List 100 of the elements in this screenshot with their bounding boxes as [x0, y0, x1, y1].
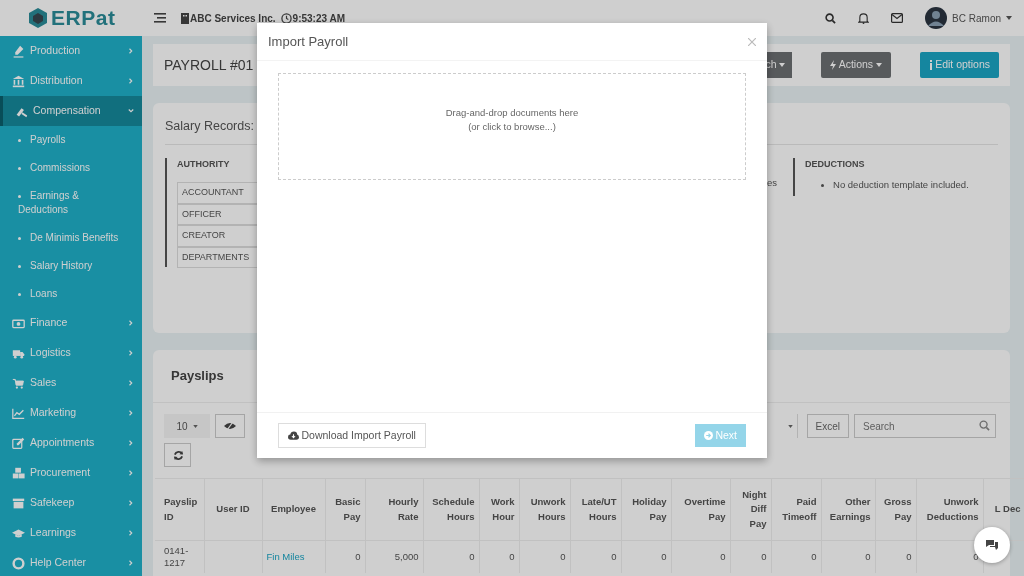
avatar-icon	[925, 7, 948, 29]
column-header[interactable]: Hourly Rate	[369, 495, 419, 524]
arrow-right-circle-icon	[703, 431, 713, 440]
page-length-select[interactable]: 10	[164, 414, 210, 438]
table-cell: 0	[671, 540, 730, 573]
column-header[interactable]: Work Hour	[483, 495, 515, 524]
bell-icon[interactable]	[858, 12, 870, 24]
actions-button[interactable]: Actions	[821, 52, 891, 78]
cloud-download-icon	[288, 431, 299, 440]
bank-icon	[12, 74, 25, 88]
sidebar-item[interactable]: Marketing	[0, 398, 142, 428]
sidebar-item[interactable]: Production	[0, 36, 142, 66]
company-name: ABC Services Inc.	[190, 11, 276, 26]
column-header[interactable]: Paid Timeoff	[775, 495, 817, 524]
table-cell: 0	[771, 540, 821, 573]
column-header[interactable]: Holiday Pay	[625, 495, 667, 524]
chevron-right-icon	[128, 440, 134, 446]
sidebar-subitem[interactable]: Salary History	[0, 252, 142, 280]
eye-slash-icon	[224, 422, 236, 430]
caret-down-icon	[875, 63, 882, 67]
column-header[interactable]: Basic Pay	[329, 495, 361, 524]
sidebar-item[interactable]: Safekeep	[0, 488, 142, 518]
table-cell: 0	[325, 540, 365, 573]
chevron-right-icon	[128, 48, 134, 54]
column-heading: DEDUCTIONS	[805, 157, 866, 171]
sidebar-item[interactable]: Compensation	[0, 96, 142, 126]
download-button[interactable]: Download Import Payroll	[278, 422, 426, 449]
column-header[interactable]: Late/UT Hours	[574, 495, 617, 524]
employee-link[interactable]: Fin Miles	[266, 551, 305, 562]
text-fragment: es	[767, 175, 778, 190]
logo-icon	[26, 7, 49, 29]
column-header[interactable]: L Dec	[987, 502, 1021, 517]
building-icon	[181, 12, 189, 24]
search-icon	[979, 420, 990, 431]
lifebuoy-icon	[12, 556, 25, 570]
menu-icon[interactable]	[154, 13, 166, 23]
column-header[interactable]: Gross Pay	[879, 495, 912, 524]
chevron-right-icon	[128, 410, 134, 416]
table-cell: 0	[821, 540, 875, 573]
section-title: Payslips	[170, 367, 225, 386]
column-header[interactable]: Payslip ID	[164, 495, 200, 524]
line-chart-icon	[12, 406, 25, 420]
caret-down-icon	[787, 424, 793, 428]
deduction-note: No deduction template included.	[805, 178, 969, 193]
column-header[interactable]: Other Earnings	[825, 495, 871, 524]
sidebar-subitem[interactable]: De Minimis Benefits	[0, 224, 142, 252]
sidebar-subitem[interactable]: Loans	[0, 280, 142, 308]
caret-down-icon	[192, 424, 198, 428]
pen-icon	[12, 44, 25, 58]
envelope-icon[interactable]	[891, 13, 904, 23]
chevron-right-icon	[128, 530, 134, 536]
table-cell: 0	[730, 540, 771, 573]
sidebar-item[interactable]: Learnings	[0, 518, 142, 548]
refresh-button[interactable]	[164, 443, 191, 467]
chevron-right-icon	[128, 560, 134, 566]
column-header[interactable]: Employee	[266, 502, 321, 517]
table-cell: 0141-1217	[155, 540, 204, 573]
table-cell: 0	[479, 540, 519, 573]
table-cell: 0	[875, 540, 916, 573]
sidebar-item[interactable]: Help Center	[0, 548, 142, 576]
column-visibility-button[interactable]	[215, 414, 245, 438]
column-heading: AUTHORITY	[177, 157, 231, 171]
search-icon[interactable]	[825, 12, 837, 24]
column-header[interactable]: Overtime Pay	[675, 495, 726, 524]
chevron-right-icon	[128, 78, 134, 84]
sidebar-subitem[interactable]: Earnings & Deductions	[0, 182, 142, 224]
cart-icon	[12, 376, 25, 390]
column-header[interactable]: Unwork Hours	[523, 495, 566, 524]
graduation-cap-icon	[12, 526, 25, 540]
search-field[interactable]: Search	[854, 414, 996, 438]
sidebar-item[interactable]: Sales	[0, 368, 142, 398]
archive-icon	[12, 496, 25, 510]
chevron-right-icon	[128, 350, 134, 356]
column-header[interactable]: Schedule Hours	[427, 495, 475, 524]
table-cell: 0	[621, 540, 671, 573]
sidebar-item[interactable]: Procurement	[0, 458, 142, 488]
column-header[interactable]: Unwork Deductions	[920, 495, 979, 524]
chat-icon	[985, 539, 999, 551]
cubes-icon	[12, 466, 25, 480]
sidebar-subitem[interactable]: Commissions	[0, 154, 142, 182]
sidebar-item[interactable]: Finance	[0, 308, 142, 338]
page-title: PAYROLL #01	[164, 55, 254, 75]
excel-button[interactable]: Excel	[806, 414, 849, 438]
bolt-icon	[830, 60, 837, 70]
column-header[interactable]: Night Diff Pay	[734, 488, 767, 531]
sidebar-item[interactable]: Logistics	[0, 338, 142, 368]
column-header[interactable]: User ID	[208, 502, 258, 517]
user-menu[interactable]: BC Ramon	[925, 7, 1012, 29]
sidebar-item[interactable]: Appointments	[0, 428, 142, 458]
sidebar-item[interactable]: Distribution	[0, 66, 142, 96]
caret-down-icon	[1006, 16, 1012, 20]
table-cell: 0	[519, 540, 570, 573]
clock-icon	[280, 12, 292, 24]
info-icon	[928, 60, 933, 70]
caret-down-icon	[779, 63, 786, 67]
sidebar-subitem[interactable]: Payrolls	[0, 126, 142, 154]
dropzone[interactable]: Drag-and-drop documents here (or click to browse...)	[278, 73, 746, 180]
edit-options-button[interactable]: Edit options	[919, 52, 999, 78]
table-cell: 0	[570, 540, 621, 573]
chevron-right-icon	[128, 500, 134, 506]
